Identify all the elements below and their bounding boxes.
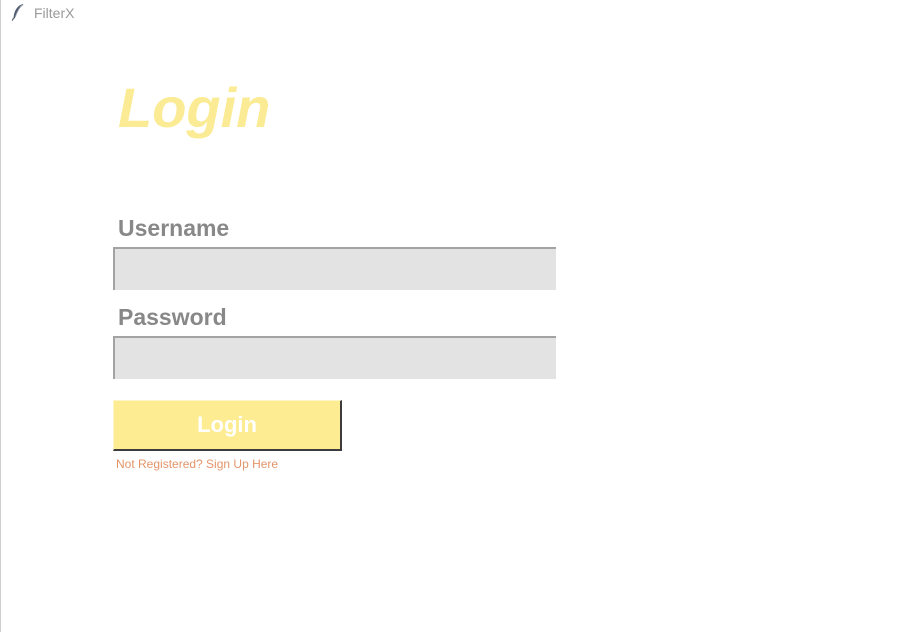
username-label: Username <box>118 215 230 241</box>
password-input[interactable] <box>113 336 556 379</box>
signup-link[interactable]: Not Registered? Sign Up Here <box>116 457 278 471</box>
window-title: FilterX <box>34 5 75 21</box>
window-left-edge <box>0 0 1 632</box>
password-label: Password <box>118 304 227 330</box>
feather-icon <box>11 3 25 21</box>
page-title: Login <box>118 76 271 139</box>
login-button[interactable]: Login <box>113 400 342 451</box>
username-input[interactable] <box>113 247 556 290</box>
window-titlebar: FilterX <box>0 0 916 26</box>
